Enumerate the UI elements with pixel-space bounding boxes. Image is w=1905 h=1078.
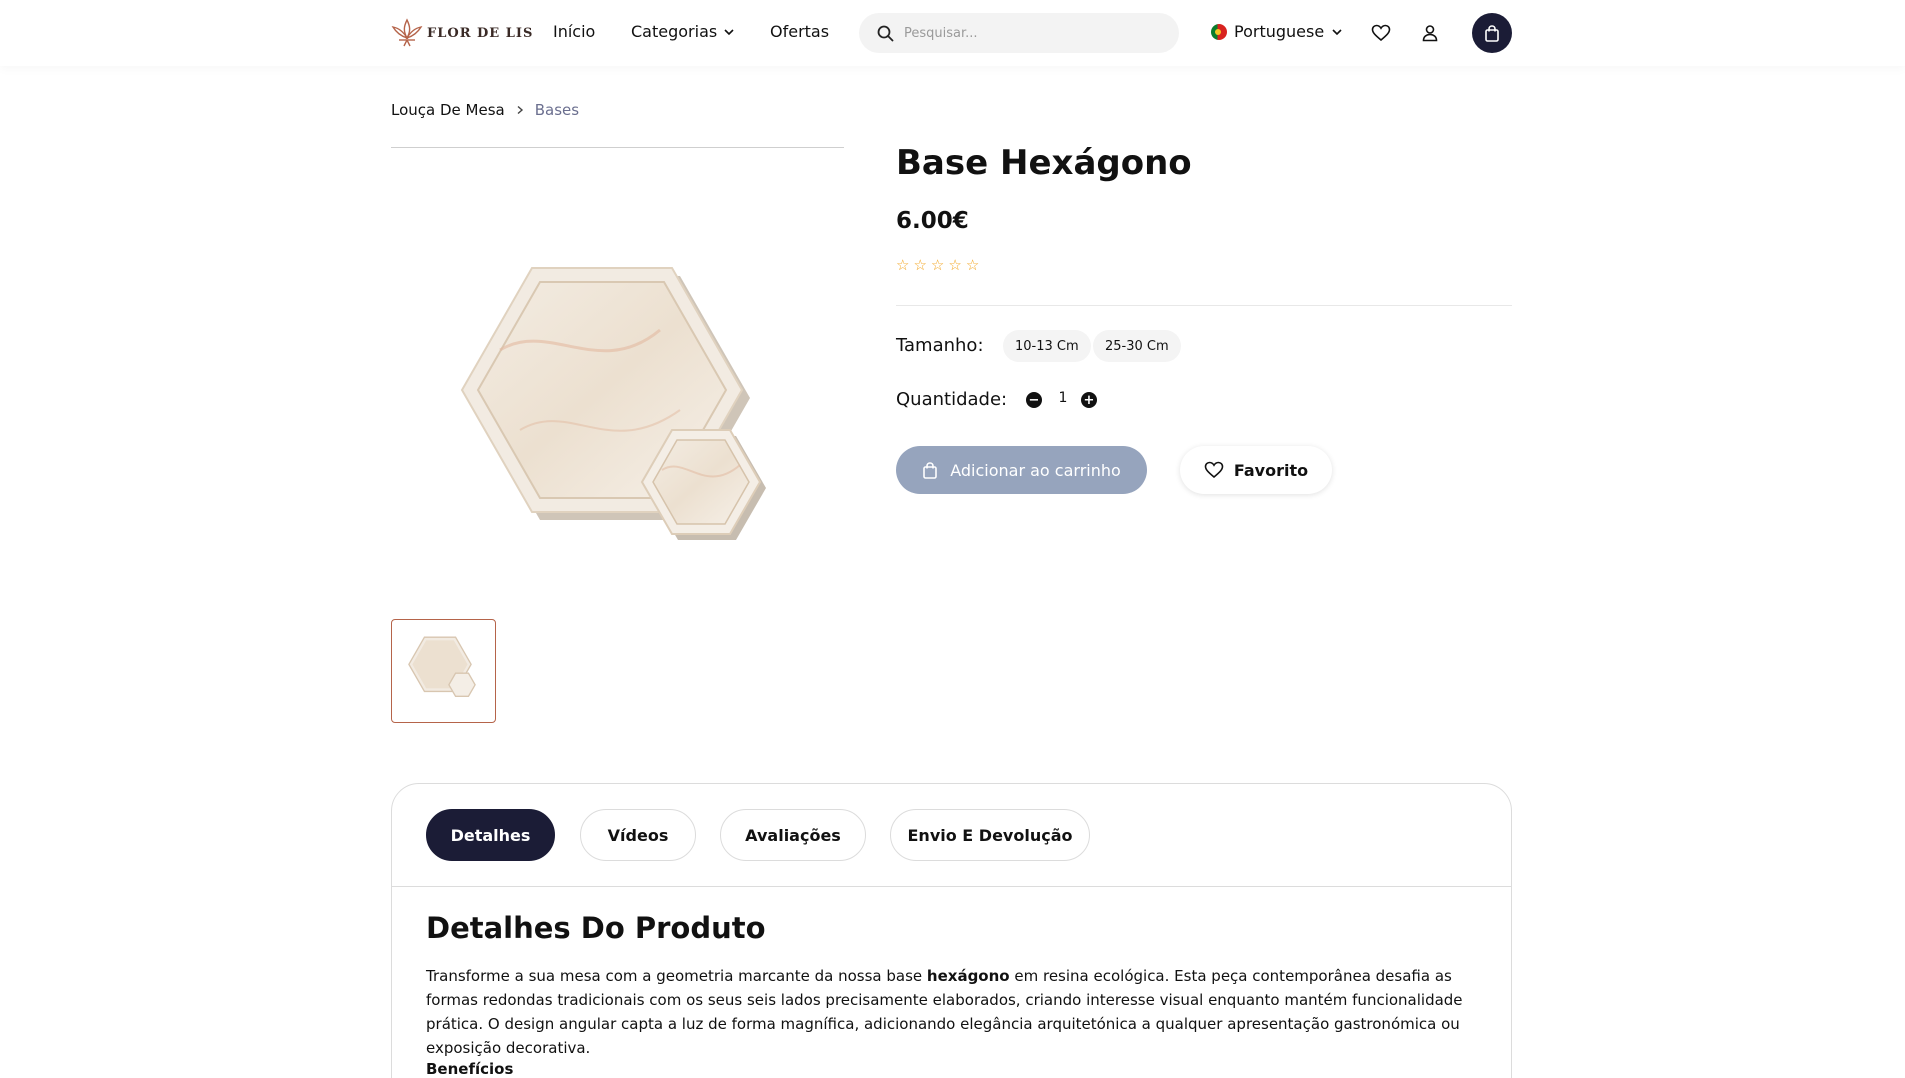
nav-home[interactable]: Início <box>553 22 595 41</box>
cart-button[interactable] <box>1472 13 1512 53</box>
size-option-large[interactable]: 25-30 Cm <box>1093 330 1181 362</box>
tab-shipping-returns[interactable]: Envio E Devolução <box>890 809 1090 861</box>
chevron-down-icon <box>724 28 734 35</box>
size-label: Tamanho: <box>896 335 984 356</box>
site-header: FLOR DE LIS Início Categorias Ofertas Po… <box>0 0 1905 66</box>
quantity-increase-button[interactable]: + <box>1081 392 1097 408</box>
language-selector[interactable]: Portuguese <box>1211 22 1343 41</box>
description-text: Transforme a sua mesa com a geometria ma… <box>426 967 927 985</box>
logo-text: FLOR DE LIS <box>427 25 534 41</box>
product-description: Transforme a sua mesa com a geometria ma… <box>426 964 1486 1060</box>
product-price: 6.00€ <box>896 208 969 234</box>
star-icon: ☆ <box>896 256 910 274</box>
heart-icon <box>1371 24 1391 42</box>
star-icon: ☆ <box>930 256 945 274</box>
product-image <box>460 267 766 540</box>
star-icon: ☆ <box>948 256 962 274</box>
tabs-row: Detalhes Vídeos Avaliações Envio E Devol… <box>392 784 1511 887</box>
add-to-cart-button[interactable]: Adicionar ao carrinho <box>896 446 1147 494</box>
tab-videos[interactable]: Vídeos <box>580 809 696 861</box>
shopping-bag-icon <box>923 461 938 479</box>
fleur-de-lis-icon <box>391 18 423 47</box>
wishlist-button[interactable] <box>1370 22 1392 44</box>
nav-categories-label: Categorias <box>631 22 718 41</box>
tab-details[interactable]: Detalhes <box>426 809 555 861</box>
breadcrumb: Louça De Mesa Bases <box>391 101 579 119</box>
thumbnail-image <box>407 636 476 697</box>
search-input[interactable] <box>904 25 1164 41</box>
language-label: Portuguese <box>1234 22 1325 41</box>
chevron-down-icon <box>1332 28 1342 35</box>
favorite-button[interactable]: Favorito <box>1180 446 1332 494</box>
account-button[interactable] <box>1419 22 1441 44</box>
chevron-right-icon <box>517 105 523 115</box>
nav-offers[interactable]: Ofertas <box>770 22 829 41</box>
user-icon <box>1422 25 1438 42</box>
quantity-decrease-button[interactable]: − <box>1026 392 1042 408</box>
product-thumbnail[interactable] <box>391 619 496 723</box>
nav-categories[interactable]: Categorias <box>631 22 735 41</box>
rating-stars[interactable]: ☆ ☆ ☆ ☆ ☆ <box>896 258 979 273</box>
quantity-value[interactable]: 1 <box>1057 390 1069 406</box>
quantity-label: Quantidade: <box>896 389 1008 410</box>
search-bar <box>859 13 1179 53</box>
details-title: Detalhes Do Produto <box>426 911 766 945</box>
search-icon <box>877 25 894 41</box>
breadcrumb-parent[interactable]: Louça De Mesa <box>391 101 505 119</box>
logo[interactable]: FLOR DE LIS <box>391 16 533 50</box>
portugal-flag-icon <box>1211 23 1227 40</box>
description-highlight: hexágono <box>926 967 1010 985</box>
favorite-label: Favorito <box>1233 460 1309 480</box>
size-option-small[interactable]: 10-13 Cm <box>1003 330 1091 362</box>
product-title: Base Hexágono <box>896 143 1192 183</box>
breadcrumb-current: Bases <box>534 101 580 119</box>
add-to-cart-label: Adicionar ao carrinho <box>950 460 1121 480</box>
benefits-heading: Benefícios <box>426 1060 514 1078</box>
shopping-bag-icon <box>1485 24 1499 42</box>
gallery-divider <box>391 147 844 148</box>
heart-icon <box>1204 461 1224 479</box>
tab-reviews[interactable]: Avaliações <box>720 809 866 861</box>
star-icon: ☆ <box>965 256 980 274</box>
star-icon: ☆ <box>913 256 927 274</box>
info-divider <box>896 305 1512 306</box>
product-tabs-panel: Detalhes Vídeos Avaliações Envio E Devol… <box>391 783 1512 1078</box>
